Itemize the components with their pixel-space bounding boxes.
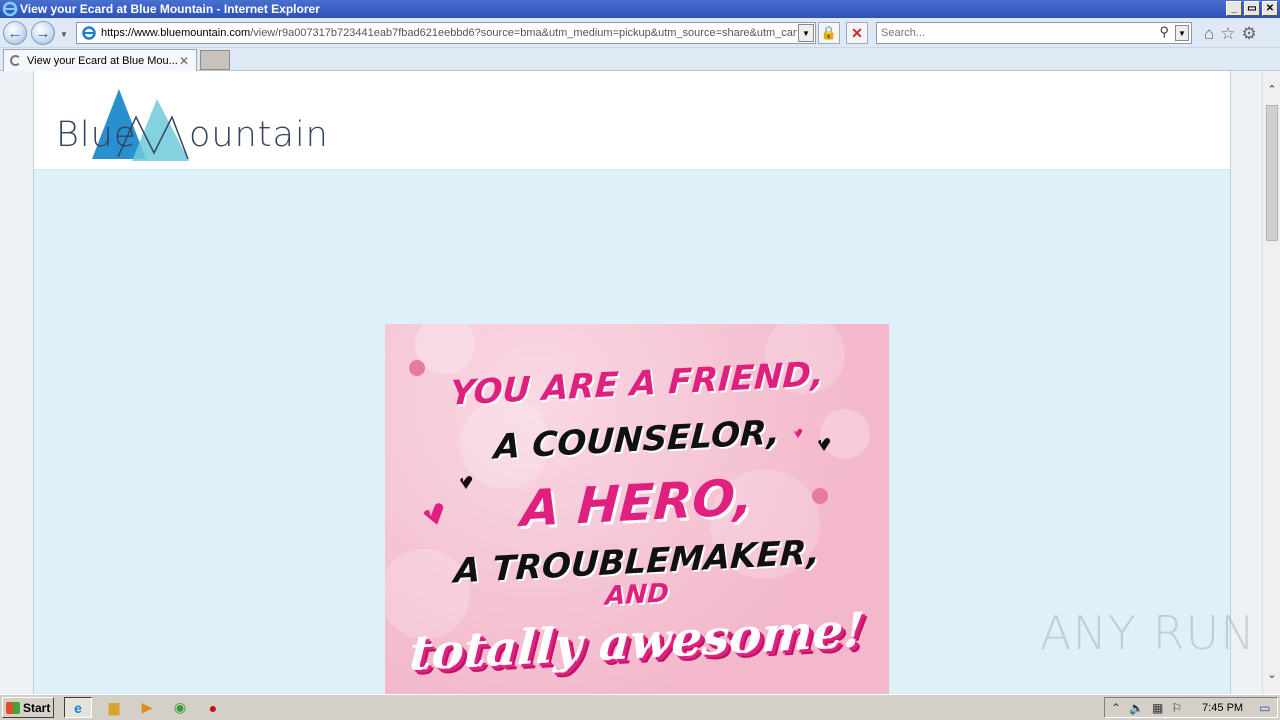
taskbar-ie-icon[interactable]: e xyxy=(64,697,92,718)
ie-icon xyxy=(2,1,18,17)
taskbar-explorer-icon[interactable]: ▆ xyxy=(100,697,128,718)
logo-text-blue: Blue xyxy=(56,115,137,155)
tab-active[interactable]: View your Ecard at Blue Mou... ✕ xyxy=(3,49,197,71)
forward-arrow-icon: → xyxy=(35,24,51,42)
security-lock-button[interactable]: 🔒 xyxy=(818,22,840,44)
new-tab-button[interactable] xyxy=(200,50,230,70)
toolbar-icons: ⌂ ☆ ⚙ xyxy=(1204,24,1257,44)
minimize-button[interactable]: _ xyxy=(1226,1,1242,16)
network-icon[interactable]: ▦ xyxy=(1152,701,1163,715)
ecard-image[interactable]: YOU ARE A FRIEND, A COUNSELOR, A HERO, A… xyxy=(385,324,889,694)
tab-close-icon[interactable]: ✕ xyxy=(179,54,189,68)
history-dropdown-icon[interactable]: ▼ xyxy=(60,30,68,39)
page-ie-icon xyxy=(82,26,96,40)
search-box[interactable]: ⚲ ▼ xyxy=(876,22,1192,44)
anyrun-watermark: ANY RUN xyxy=(1040,606,1256,660)
gear-icon[interactable]: ⚙ xyxy=(1242,24,1257,44)
scroll-down-icon[interactable]: ⌄ xyxy=(1263,666,1280,682)
vertical-scrollbar[interactable]: ⌃ ⌄ xyxy=(1262,71,1280,694)
window-titlebar: View your Ecard at Blue Mountain - Inter… xyxy=(0,0,1280,18)
scroll-thumb[interactable] xyxy=(1266,105,1278,241)
taskbar-media-player-icon[interactable]: ▶ xyxy=(133,697,161,718)
back-button[interactable]: ← xyxy=(3,21,27,45)
search-dropdown-icon[interactable]: ▼ xyxy=(1175,25,1189,41)
windows-logo-icon xyxy=(6,701,20,714)
search-input[interactable] xyxy=(881,27,1151,39)
address-bar[interactable]: https://www.bluemountain.com/view/r9a007… xyxy=(76,22,816,44)
page-body: Blue ountain YOU ARE A FRIEND, A COUNSEL xyxy=(33,71,1231,694)
close-x-icon: ✕ xyxy=(851,24,863,41)
lock-icon: 🔒 xyxy=(820,25,838,40)
home-icon[interactable]: ⌂ xyxy=(1204,24,1214,44)
window-title: View your Ecard at Blue Mountain - Inter… xyxy=(20,2,320,16)
taskbar: Start e ▆ ▶ ◉ ● ⌃ 🔈 ▦ ⚐ 7:45 PM ▭ xyxy=(0,694,1280,720)
url-path: /view/r9a007317b723441eab7fbad621eebbd6?… xyxy=(250,27,797,39)
show-desktop-icon[interactable]: ▭ xyxy=(1259,701,1270,715)
close-button[interactable]: ✕ xyxy=(1262,1,1278,16)
search-icon[interactable]: ⚲ xyxy=(1159,24,1169,40)
system-tray: ⌃ 🔈 ▦ ⚐ 7:45 PM ▭ xyxy=(1104,697,1278,718)
logo-text-mountain: ountain xyxy=(189,115,329,155)
url-domain: https://www.bluemountain.com xyxy=(101,27,251,39)
window-controls: _ ▭ ✕ xyxy=(1226,1,1278,16)
taskbar-opera-icon[interactable]: ● xyxy=(199,697,227,718)
back-arrow-icon: ← xyxy=(7,24,23,42)
start-button[interactable]: Start xyxy=(2,697,54,718)
restore-button[interactable]: ▭ xyxy=(1244,1,1260,16)
loading-spinner-icon xyxy=(10,55,21,66)
address-dropdown-icon[interactable]: ▼ xyxy=(798,24,814,42)
tab-bar: View your Ecard at Blue Mou... ✕ xyxy=(0,48,1280,71)
taskbar-chrome-icon[interactable]: ◉ xyxy=(166,697,194,718)
blue-mountain-logo[interactable]: Blue ountain xyxy=(54,87,328,165)
clock[interactable]: 7:45 PM xyxy=(1202,702,1243,714)
action-center-flag-icon[interactable]: ⚐ xyxy=(1171,701,1182,715)
show-hidden-icons-icon[interactable]: ⌃ xyxy=(1111,701,1121,715)
site-header: Blue ountain xyxy=(34,71,1230,170)
stop-button[interactable]: ✕ xyxy=(846,22,868,44)
forward-button[interactable]: → xyxy=(31,21,55,45)
tab-title: View your Ecard at Blue Mou... xyxy=(27,54,178,67)
volume-icon[interactable]: 🔈 xyxy=(1129,701,1144,715)
address-url[interactable]: https://www.bluemountain.com/view/r9a007… xyxy=(101,27,797,39)
start-label: Start xyxy=(23,700,51,715)
favorites-star-icon[interactable]: ☆ xyxy=(1220,24,1235,44)
page-viewport: Blue ountain YOU ARE A FRIEND, A COUNSEL xyxy=(0,71,1262,694)
scroll-up-icon[interactable]: ⌃ xyxy=(1263,81,1280,97)
